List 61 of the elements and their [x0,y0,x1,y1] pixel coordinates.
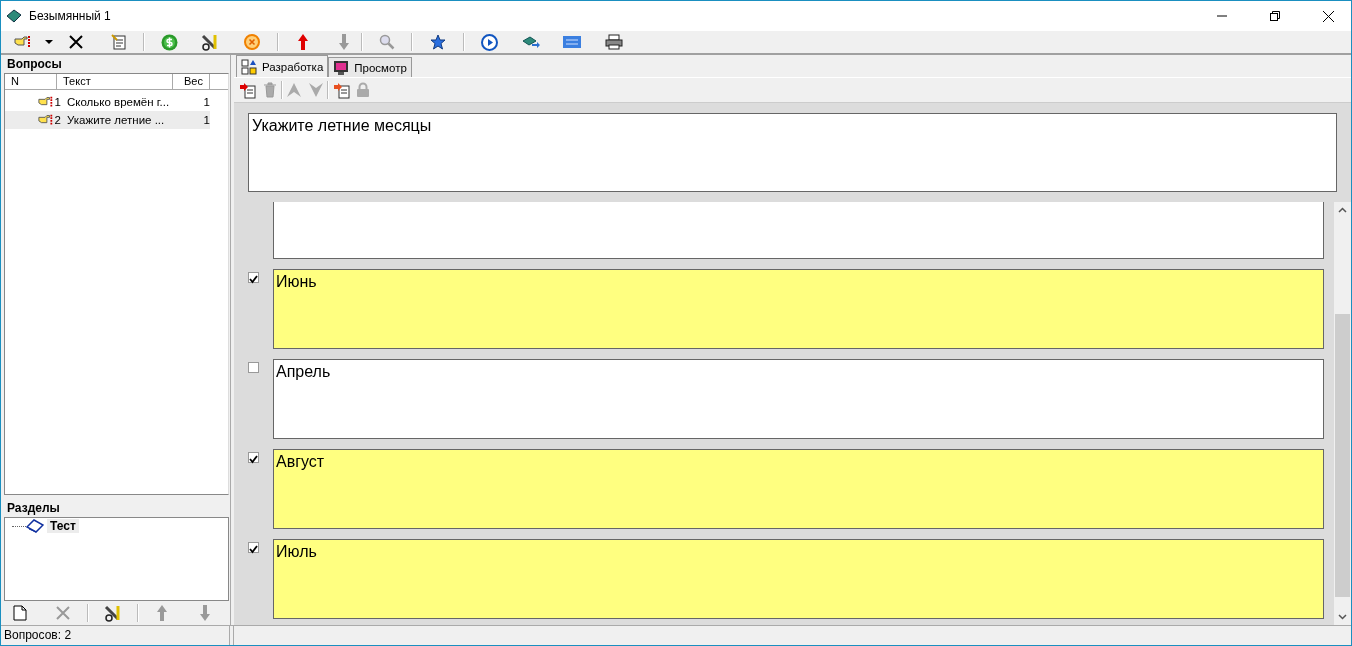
answer-field[interactable]: Апрель [273,359,1324,439]
row-number: 1 [54,96,61,108]
window-title: Безымянный 1 [29,9,112,23]
up-arrow-icon [286,82,302,98]
tools-icon[interactable] [104,604,122,622]
play-icon[interactable] [480,33,498,51]
pointing-hand-icon [37,95,54,109]
up-arrow-icon [156,604,168,622]
tools-icon[interactable] [201,33,219,51]
question-field[interactable]: Укажите летние месяцы [248,113,1337,192]
star-icon[interactable] [430,34,446,50]
structure-icon [241,58,257,75]
tree-item[interactable]: Тест [47,519,79,533]
checkbox[interactable] [248,272,259,283]
checkbox[interactable] [248,452,259,463]
book-arrow-icon[interactable] [522,35,540,49]
column-header[interactable]: N [5,74,57,89]
down-arrow-icon [308,82,324,98]
add-page-icon[interactable] [238,81,256,99]
dollar-coin-icon[interactable] [160,33,178,51]
answer-field[interactable]: Август [273,449,1324,529]
dropdown-caret-icon[interactable] [45,39,53,45]
scroll-up-icon[interactable] [1338,207,1347,213]
up-arrow-icon[interactable] [297,33,309,51]
answer-field[interactable] [273,202,1324,259]
tab[interactable]: Просмотр [328,57,412,77]
pointing-hand-icon [37,113,54,127]
question-row[interactable]: 1 Сколько времён г... 1 [5,93,210,111]
app-book-icon [6,9,22,23]
monitor-icon [333,59,350,76]
scrollbar[interactable] [1334,202,1351,625]
checkbox[interactable] [248,542,259,553]
question-weight: 1 [202,96,210,108]
search-icon [379,34,395,50]
add-page-icon[interactable] [332,81,350,99]
answer-field[interactable]: Июль [273,539,1324,619]
pointing-hand-icon[interactable] [14,35,32,49]
question-row[interactable]: 2 Укажите летние ... 1 [5,111,210,129]
column-header[interactable]: Вес [173,74,210,89]
column-header[interactable]: Текст [57,74,173,89]
question-text: Укажите летние ... [66,114,166,126]
down-arrow-icon [338,33,350,51]
question-text: Сколько времён г... [66,96,171,108]
trash-icon [263,82,277,98]
printer-icon[interactable] [605,34,623,50]
cancel-icon[interactable] [244,34,260,50]
delete-icon [56,606,70,620]
answer-field[interactable]: Июнь [273,269,1324,349]
row-number: 2 [54,114,61,126]
status-text: Вопросов: 2 [1,626,230,645]
delete-icon[interactable] [69,35,83,49]
down-arrow-icon [199,604,211,622]
checkbox[interactable] [248,362,259,373]
question-weight: 1 [202,114,210,126]
scroll-down-icon[interactable] [1338,614,1347,620]
panel-title: Вопросы [6,56,63,73]
document-icon[interactable] [111,34,127,50]
lock-icon [356,82,370,98]
new-document-icon[interactable] [13,605,27,621]
tab[interactable]: Разработка [236,55,329,77]
panel-title: Разделы [6,500,61,517]
